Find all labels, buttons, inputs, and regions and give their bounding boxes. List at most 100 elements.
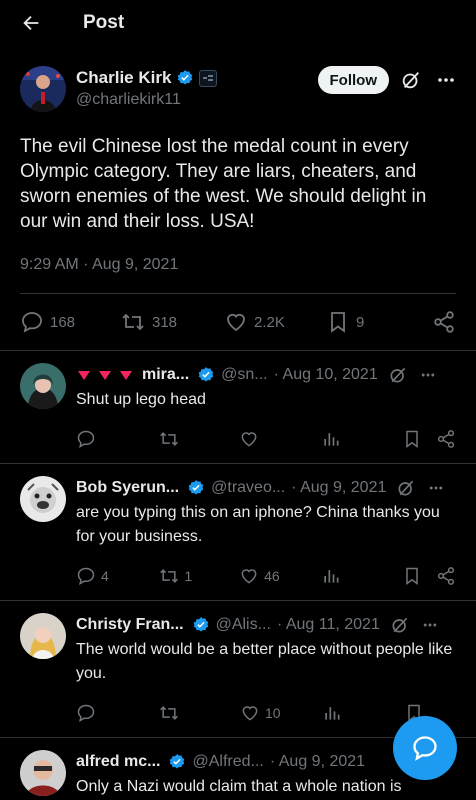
more-icon[interactable] (422, 617, 438, 633)
share-icon (432, 310, 456, 334)
bookmark-count: 9 (356, 313, 365, 331)
share-button[interactable] (432, 310, 456, 334)
reply-author-handle[interactable]: @traveo... (211, 479, 285, 497)
reply-actions (76, 412, 456, 466)
like-count: 46 (264, 568, 280, 584)
page-title: Post (83, 12, 125, 33)
reply-text: Shut up lego head (76, 391, 206, 408)
like-button[interactable]: 2.2K (224, 310, 326, 334)
grok-icon[interactable] (389, 66, 422, 91)
like-count: 10 (265, 705, 281, 721)
reply-text: Only a Nazi would claim that a whole nat… (76, 778, 402, 795)
views-button[interactable] (321, 429, 403, 449)
repost-icon (120, 310, 146, 334)
reply-item[interactable]: mira... @sn... · Aug 10, 2021 Shut up le… (0, 351, 476, 464)
author-handle[interactable]: @charliekirk11 (76, 91, 318, 109)
reply-author-name[interactable]: mira... (142, 366, 189, 384)
views-icon (321, 566, 341, 586)
main-post: Charlie Kirk @charliekirk11 Follow The e… (0, 46, 476, 350)
reply-actions: 4 1 46 (76, 549, 456, 603)
bookmark-button[interactable] (402, 566, 436, 586)
repost-button[interactable] (158, 429, 240, 449)
repost-button[interactable]: 1 (158, 566, 240, 586)
share-button[interactable] (436, 429, 456, 449)
reply-date[interactable]: · Aug 10, 2021 (274, 366, 378, 384)
author-name[interactable]: Charlie Kirk (76, 68, 171, 88)
grok-icon[interactable] (396, 478, 416, 498)
more-icon[interactable] (420, 367, 436, 383)
reply-item[interactable]: Christy Fran... @Alis... · Aug 11, 2021 … (0, 601, 476, 738)
reply-button[interactable]: 4 (76, 566, 158, 586)
reply-author-name[interactable]: Bob Syerun... (76, 479, 179, 497)
follow-button[interactable]: Follow (317, 66, 389, 94)
grok-icon[interactable] (390, 615, 410, 635)
repost-count: 318 (152, 313, 178, 331)
views-icon (321, 429, 341, 449)
post-actions: 168 318 2.2K 9 (20, 294, 456, 350)
repost-count: 1 (184, 568, 193, 584)
share-icon (436, 566, 456, 586)
post-text: The evil Chinese lost the medal count in… (20, 136, 427, 232)
views-button[interactable] (321, 566, 403, 586)
share-button[interactable] (436, 566, 456, 586)
reply-author-name[interactable]: alfred mc... (76, 753, 160, 771)
more-icon[interactable] (422, 66, 456, 90)
avatar[interactable] (20, 613, 66, 659)
like-icon (224, 310, 248, 334)
compose-reply-icon (411, 734, 439, 762)
reply-date[interactable]: · Aug 9, 2021 (291, 479, 386, 497)
bookmark-icon (326, 310, 350, 334)
repost-icon (158, 703, 180, 723)
like-count: 2.2K (254, 313, 285, 331)
reply-author-name[interactable]: Christy Fran... (76, 616, 184, 634)
views-icon (322, 703, 342, 723)
reply-text: are you typing this on an iphone? China … (76, 504, 440, 545)
post-timestamp[interactable]: 9:29 AM · Aug 9, 2021 (20, 256, 456, 274)
repost-icon (158, 566, 180, 586)
repost-button[interactable]: 318 (120, 310, 224, 334)
reply-date[interactable]: · Aug 11, 2021 (277, 616, 380, 634)
back-arrow-icon[interactable] (20, 12, 42, 34)
reply-icon (76, 566, 96, 586)
verified-icon (192, 616, 210, 634)
like-button[interactable]: 10 (240, 703, 322, 723)
verified-icon (168, 753, 186, 771)
reply-count: 4 (101, 568, 109, 584)
verified-icon (187, 479, 205, 497)
affiliation-badge-icon[interactable] (199, 69, 218, 87)
reply-button[interactable] (76, 429, 158, 449)
views-button[interactable] (322, 703, 404, 723)
avatar[interactable] (20, 750, 66, 796)
bookmark-button[interactable]: 9 (326, 310, 432, 334)
repost-button[interactable] (158, 703, 240, 723)
top-bar: Post (0, 0, 476, 46)
grok-icon[interactable] (388, 365, 408, 385)
author-avatar[interactable] (20, 66, 66, 112)
bookmark-icon (402, 566, 422, 586)
like-button[interactable]: 46 (239, 566, 321, 586)
reply-icon (76, 429, 96, 449)
avatar[interactable] (20, 363, 66, 409)
reply-button[interactable] (76, 703, 158, 723)
heart-emoji-icon (76, 368, 136, 382)
reply-author-handle[interactable]: @Alis... (216, 616, 271, 634)
reply-icon (76, 703, 96, 723)
reply-item[interactable]: Bob Syerun... @traveo... · Aug 9, 2021 a… (0, 464, 476, 601)
reply-count: 168 (50, 313, 76, 331)
reply-author-handle[interactable]: @Alfred... (192, 753, 263, 771)
compose-reply-button[interactable] (393, 716, 457, 780)
reply-icon (20, 310, 44, 334)
more-icon[interactable] (428, 480, 444, 496)
avatar[interactable] (20, 476, 66, 522)
reply-text: The world would be a better place withou… (76, 641, 453, 682)
like-icon (239, 429, 259, 449)
like-button[interactable] (239, 429, 321, 449)
reply-author-handle[interactable]: @sn... (221, 366, 267, 384)
reply-button[interactable]: 168 (20, 310, 120, 334)
reply-date[interactable]: · Aug 9, 2021 (270, 753, 365, 771)
verified-icon (197, 366, 215, 384)
like-icon (240, 703, 260, 723)
bookmark-icon (402, 429, 422, 449)
bookmark-button[interactable] (402, 429, 436, 449)
like-icon (239, 566, 259, 586)
